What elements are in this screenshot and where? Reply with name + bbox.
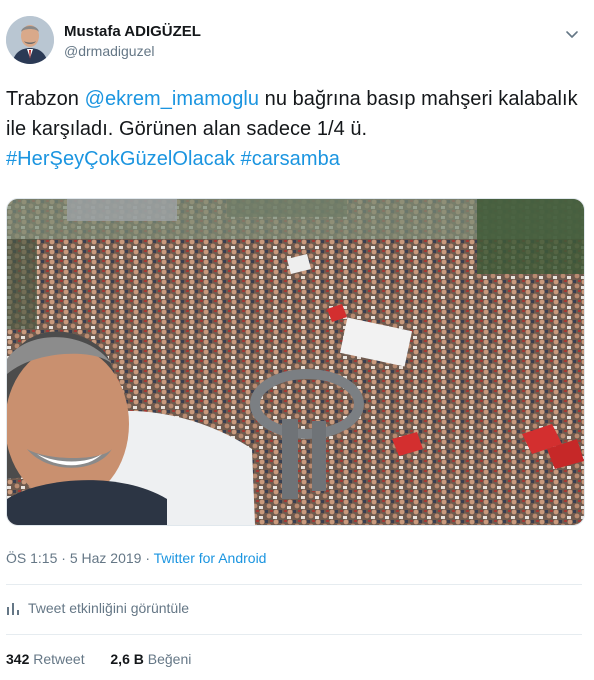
author-names: Mustafa ADIGÜZEL @drmadiguzel xyxy=(64,22,201,60)
crowd-photo xyxy=(7,199,584,525)
tweet-header: Mustafa ADIGÜZEL @drmadiguzel xyxy=(6,16,586,72)
tweet-time[interactable]: ÖS 1:15 xyxy=(6,550,57,566)
like-count: 2,6 B xyxy=(110,651,144,667)
tweet-activity-link[interactable]: Tweet etkinliğini görüntüle xyxy=(6,598,189,618)
like-label: Beğeni xyxy=(147,651,192,667)
chevron-down-icon[interactable] xyxy=(564,26,580,42)
retweet-label: Retweet xyxy=(33,651,85,667)
tweet-stats: 342 Retweet 2,6 B Beğeni xyxy=(6,649,191,669)
mention-link[interactable]: @ekrem_imamoglu xyxy=(85,88,259,110)
tweet-activity-label: Tweet etkinliğini görüntüle xyxy=(28,600,190,616)
avatar-image xyxy=(6,16,54,64)
author-display-name[interactable]: Mustafa ADIGÜZEL xyxy=(64,22,201,42)
author-handle[interactable]: @drmadiguzel xyxy=(64,42,201,60)
divider xyxy=(6,634,582,635)
tweet-date[interactable]: 5 Haz 2019 xyxy=(70,550,142,566)
like-stat[interactable]: 2,6 B Beğeni xyxy=(110,651,191,667)
retweet-stat[interactable]: 342 Retweet xyxy=(6,651,85,667)
tweet-photo[interactable] xyxy=(6,198,585,526)
tweet-text: Trabzon @ekrem_imamoglu nu bağrına basıp… xyxy=(6,84,586,174)
retweet-count: 342 xyxy=(6,651,30,667)
avatar[interactable] xyxy=(6,16,54,64)
bar-chart-icon xyxy=(7,603,19,615)
tweet-source-link[interactable]: Twitter for Android xyxy=(154,550,267,566)
meta-separator: · xyxy=(57,550,70,566)
hashtag-link[interactable]: #HerŞeyÇokGüzelOlacak xyxy=(6,148,235,170)
hashtag-link[interactable]: #carsamba xyxy=(241,148,340,170)
tweet-text-part: Trabzon xyxy=(6,88,85,110)
tweet-meta: ÖS 1:15 · 5 Haz 2019 · Twitter for Andro… xyxy=(6,548,266,568)
meta-separator: · xyxy=(141,550,154,566)
divider xyxy=(6,584,582,585)
